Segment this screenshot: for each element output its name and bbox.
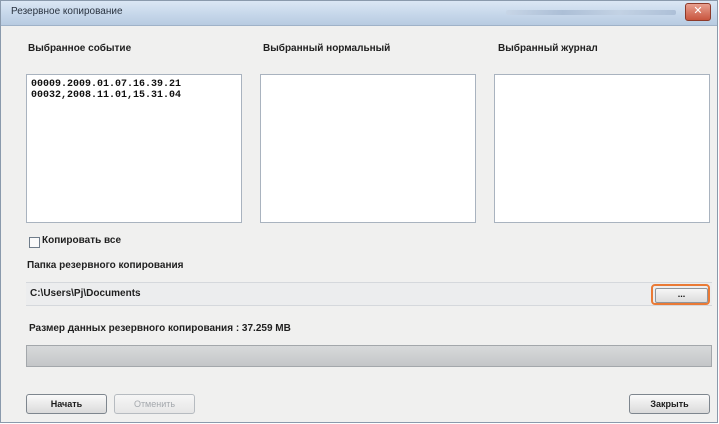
normal-column-label: Выбранный нормальный <box>263 43 391 54</box>
journal-listbox[interactable] <box>494 74 710 223</box>
title-bar[interactable]: Резервное копирование ✕ <box>1 1 717 26</box>
browse-highlight: ... <box>651 284 710 305</box>
backup-path-text: C:\Users\Pj\Documents <box>30 288 141 299</box>
window-title: Резервное копирование <box>11 6 123 17</box>
title-bar-decoration <box>506 10 676 15</box>
backup-folder-label: Папка резервного копирования <box>27 260 184 271</box>
start-button[interactable]: Начать <box>26 394 107 414</box>
close-button[interactable]: Закрыть <box>629 394 710 414</box>
copy-all-label[interactable]: Копировать все <box>42 235 121 246</box>
events-column-label: Выбранное событие <box>28 43 132 54</box>
backup-dialog: Резервное копирование ✕ Выбранное событи… <box>0 0 718 423</box>
normal-listbox[interactable] <box>260 74 476 223</box>
events-listbox[interactable]: 00009.2009.01.07.16.39.21 00032,2008.11.… <box>26 74 242 223</box>
data-size-label: Размер данных резервного копирования : 3… <box>29 323 291 334</box>
close-window-button[interactable]: ✕ <box>685 3 711 21</box>
backup-path-field: C:\Users\Pj\Documents <box>26 282 712 306</box>
copy-all-checkbox[interactable] <box>29 237 40 248</box>
backup-progress-bar <box>26 345 712 367</box>
browse-button[interactable]: ... <box>655 288 708 303</box>
list-item[interactable]: 00032,2008.11.01,15.31.04 <box>27 90 241 101</box>
list-item[interactable]: 00009.2009.01.07.16.39.21 <box>27 79 241 90</box>
cancel-button[interactable]: Отменить <box>114 394 195 414</box>
journal-column-label: Выбранный журнал <box>498 43 598 54</box>
